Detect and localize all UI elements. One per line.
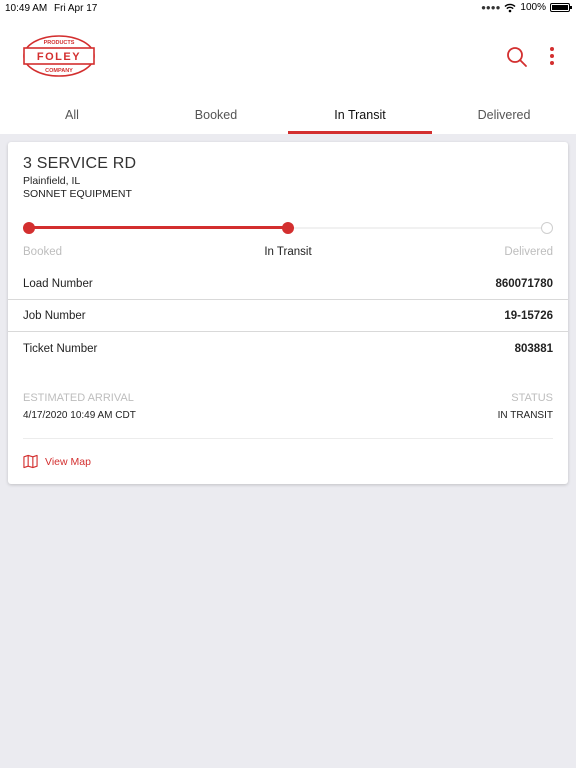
detail-label: Job Number [23,310,86,322]
tab-label: Booked [194,108,238,122]
progress-node-in-transit [282,222,294,234]
load-city: Plainfield, IL [23,175,81,187]
detail-label: Ticket Number [23,343,98,355]
svg-text:COMPANY: COMPANY [45,68,73,74]
eta-label: ESTIMATED ARRIVAL [23,392,134,404]
detail-row-job-number: Job Number 19-15726 [8,300,568,332]
progress-tracker [23,221,553,235]
section-divider [23,438,553,439]
status-right: ●●●● 100% [481,2,572,13]
more-vertical-icon[interactable] [544,44,560,70]
detail-row-ticket-number: Ticket Number 803881 [8,333,568,365]
step-label-delivered: Delivered [504,246,553,258]
app-header: PRODUCTS FOLEY COMPANY All Booked In Tra… [0,16,576,134]
detail-row-load-number: Load Number 860071780 [8,268,568,300]
view-map-label: View Map [45,455,91,468]
status-bar: 10:49 AM Fri Apr 17 ●●●● 100% [0,0,576,16]
tab-label: All [65,108,79,122]
view-map-button[interactable]: View Map [23,454,91,469]
status-value: IN TRANSIT [497,410,553,421]
load-company: SONNET EQUIPMENT [23,188,132,200]
search-icon[interactable] [504,44,530,70]
svg-text:PRODUCTS: PRODUCTS [44,40,75,46]
tab-delivered[interactable]: Delivered [432,100,576,134]
load-address: 3 SERVICE RD [23,155,137,172]
foley-logo[interactable]: PRODUCTS FOLEY COMPANY [22,34,96,78]
active-tab-indicator [288,131,432,134]
status-label: STATUS [511,392,553,404]
detail-value: 860071780 [495,278,553,290]
tab-all[interactable]: All [0,100,144,134]
progress-node-booked [23,222,35,234]
wifi-icon [504,3,516,12]
tab-bar: All Booked In Transit Delivered [0,100,576,134]
battery-icon [550,3,572,12]
detail-label: Load Number [23,278,93,290]
progress-node-delivered [541,222,553,234]
detail-value: 803881 [514,343,553,355]
progress-fill [29,226,288,229]
detail-value: 19-15726 [504,310,553,322]
status-date: Fri Apr 17 [54,3,98,14]
status-time: 10:49 AM [5,3,48,14]
svg-text:FOLEY: FOLEY [37,51,81,63]
tab-label: In Transit [334,108,386,122]
dots-icon: ●●●● [481,3,501,12]
battery-percent: 100% [520,2,546,13]
load-card[interactable]: 3 SERVICE RD Plainfield, IL SONNET EQUIP… [8,142,568,484]
row-divider [8,331,568,332]
tab-booked[interactable]: Booked [144,100,288,134]
map-icon [23,454,38,469]
eta-value: 4/17/2020 10:49 AM CDT [23,410,136,421]
step-label-in-transit: In Transit [264,246,312,258]
tab-label: Delivered [477,108,531,122]
tab-in-transit[interactable]: In Transit [288,100,432,134]
